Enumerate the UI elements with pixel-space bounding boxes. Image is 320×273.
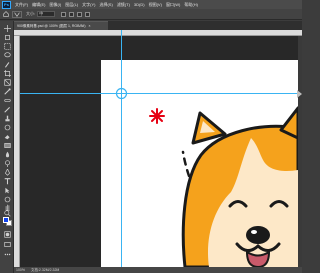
artboard-tool-icon[interactable]: [3, 34, 11, 41]
option-checkbox[interactable]: [69, 11, 75, 17]
status-bar: 100% 文档:2.32M/2.32M: [14, 267, 302, 273]
frame-tool-icon[interactable]: [3, 79, 11, 86]
menu-file[interactable]: 文件(F): [15, 2, 28, 8]
option-checkboxes: [61, 11, 91, 17]
menu-select[interactable]: 选择(S): [99, 2, 112, 8]
quick-mask-icon[interactable]: [3, 231, 11, 238]
document-tab[interactable]: 900像素柯基.psd @ 100% (图层 1, RGB/8#) ×: [14, 21, 108, 30]
option-checkbox[interactable]: [77, 11, 83, 17]
lasso-tool-icon[interactable]: [3, 52, 11, 59]
menu-window[interactable]: 窗口(W): [166, 2, 180, 8]
type-tool-icon[interactable]: [3, 178, 11, 185]
clone-stamp-tool-icon[interactable]: [3, 115, 11, 122]
dodge-tool-icon[interactable]: [3, 160, 11, 167]
tool-preset-picker[interactable]: [12, 10, 22, 18]
foreground-color-swatch[interactable]: [3, 217, 9, 223]
menu-bar: Ps 文件(F) 编辑(E) 图像(I) 图层(L) 文字(Y) 选择(S) 滤…: [0, 0, 302, 9]
document-tab-title: 900像素柯基.psd @ 100% (图层 1, RGB/8#): [17, 23, 86, 28]
menu-type[interactable]: 文字(Y): [82, 2, 95, 8]
zoom-level[interactable]: 100%: [16, 268, 25, 272]
healing-brush-tool-icon[interactable]: [3, 97, 11, 104]
photoshop-logo: Ps: [2, 0, 11, 9]
option-checkbox[interactable]: [61, 11, 67, 17]
marquee-tool-icon[interactable]: [3, 43, 11, 50]
eyedropper-tool-icon[interactable]: [3, 88, 11, 95]
blur-tool-icon[interactable]: [3, 151, 11, 158]
crop-tool-icon[interactable]: [3, 70, 11, 77]
brush-tool-icon[interactable]: [3, 106, 11, 113]
shape-tool-icon[interactable]: [3, 196, 11, 203]
zoom-tool-icon[interactable]: [3, 210, 11, 217]
eraser-tool-icon[interactable]: [3, 133, 11, 140]
size-label: 大小:: [26, 11, 36, 16]
home-icon[interactable]: [2, 11, 10, 18]
corgi-illustration: [149, 106, 298, 267]
canvas-area[interactable]: [20, 36, 298, 267]
document-canvas[interactable]: [101, 60, 298, 267]
menu-filter[interactable]: 滤镜(T): [117, 2, 130, 8]
more-tools-icon[interactable]: [3, 251, 11, 258]
pen-tool-icon[interactable]: [3, 169, 11, 176]
history-brush-tool-icon[interactable]: [3, 124, 11, 131]
menu-layer[interactable]: 图层(L): [65, 2, 78, 8]
quick-select-tool-icon[interactable]: [3, 61, 11, 68]
menu-help[interactable]: 帮助(H): [184, 2, 198, 8]
panel-expand-arrow-icon[interactable]: [297, 90, 302, 98]
menu-edit[interactable]: 编辑(E): [32, 2, 45, 8]
vertical-scrollbar[interactable]: [298, 36, 302, 267]
menu-image[interactable]: 图像(I): [49, 2, 61, 8]
size-select[interactable]: 中: [37, 11, 56, 17]
document-tab-bar: 900像素柯基.psd @ 100% (图层 1, RGB/8#) ×: [14, 21, 302, 30]
menu-view[interactable]: 视图(V): [149, 2, 162, 8]
option-checkbox[interactable]: [85, 11, 91, 17]
screen-mode-icon[interactable]: [3, 241, 11, 248]
tools-panel: [0, 21, 14, 273]
menu-3d[interactable]: 3D(D): [134, 2, 145, 8]
document-info[interactable]: 文档:2.32M/2.32M: [31, 268, 59, 273]
options-bar: 大小: 中: [0, 9, 302, 20]
close-icon[interactable]: ×: [89, 24, 91, 28]
gradient-tool-icon[interactable]: [3, 142, 11, 149]
red-asterisk-icon: [149, 108, 165, 124]
menu-list: 文件(F) 编辑(E) 图像(I) 图层(L) 文字(Y) 选择(S) 滤镜(T…: [15, 2, 198, 8]
path-select-tool-icon[interactable]: [3, 187, 11, 194]
move-tool-icon[interactable]: [3, 25, 11, 32]
